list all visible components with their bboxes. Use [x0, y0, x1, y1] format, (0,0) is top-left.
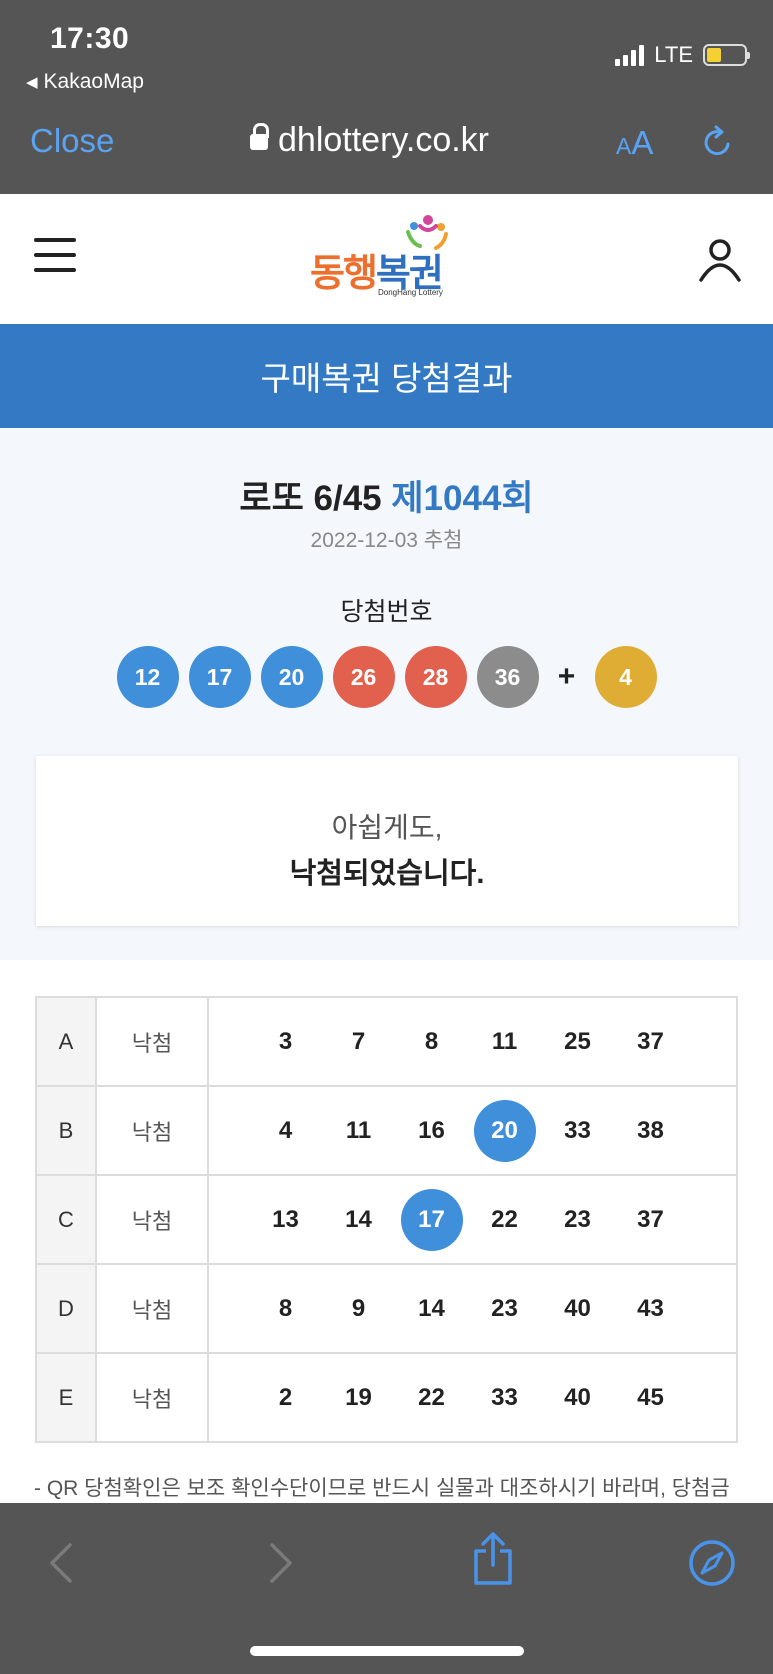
winning-ball: 20 [260, 646, 323, 708]
plus-sign: + [557, 660, 576, 693]
ticket-number: 45 [637, 1383, 664, 1411]
chevron-right-icon[interactable] [264, 1541, 298, 1585]
game-result: 낙첨 [95, 1352, 209, 1443]
chevron-left-icon[interactable] [44, 1541, 78, 1585]
site-logo[interactable]: 동행복권 DongHang Lottery [308, 214, 468, 304]
battery-icon [703, 44, 750, 66]
winning-ball: 17 [188, 646, 251, 708]
ticket-number: 16 [418, 1116, 445, 1144]
ticket-number: 23 [564, 1205, 591, 1233]
result-message-line2: 낙첨되었습니다. [289, 858, 485, 890]
url-text: dhlottery.co.kr [278, 121, 490, 159]
game-numbers: 8 9 14 23 40 43 [207, 1263, 738, 1354]
game-id: E [35, 1352, 97, 1443]
ticket-number: 38 [637, 1116, 664, 1144]
qr-notice-text: - QR 당첨확인은 보조 확인수단이므로 반드시 실물과 대조하시기 바라며,… [34, 1477, 730, 1500]
winning-ball: 26 [332, 646, 395, 708]
ticket-number: 19 [345, 1383, 372, 1411]
text-size-large: A [631, 124, 654, 161]
game-numbers: 3 7 8 11 25 37 [207, 996, 738, 1087]
game-result: 낙첨 [95, 1085, 209, 1176]
ticket-number: 33 [564, 1116, 591, 1144]
back-app-label: KakaoMap [43, 70, 144, 93]
ticket-number: 8 [424, 1027, 439, 1055]
browser-chrome: 17:30 ◀ KakaoMap LTE Close dhlottery.co.… [0, 0, 773, 194]
draw-round: 제1044회 [391, 479, 534, 518]
ticket-number: 13 [272, 1205, 299, 1233]
draw-result-section: 로또 6/45 제1044회 2022-12-03 추첨 당첨번호 12 17 … [0, 428, 773, 960]
back-to-app-link[interactable]: ◀ KakaoMap [26, 70, 144, 94]
game-id: A [35, 996, 97, 1087]
game-id: C [35, 1174, 97, 1265]
page-title: 구매복권 당첨결과 [0, 324, 773, 428]
game-title: 로또 6/45 제1044회 [0, 470, 773, 521]
ticket-number: 9 [351, 1294, 366, 1322]
ticket-number: 40 [564, 1383, 591, 1411]
ticket-number: 37 [637, 1027, 664, 1055]
ticket-number-matched: 17 [395, 1188, 468, 1251]
ticket-number: 14 [418, 1294, 445, 1322]
text-size-button[interactable]: AA [616, 124, 653, 162]
ticket-number: 37 [637, 1205, 664, 1233]
winning-ball: 28 [404, 646, 467, 708]
status-indicators: LTE [615, 42, 750, 68]
game-result: 낙첨 [95, 996, 209, 1087]
ticket-number: 2 [278, 1383, 293, 1411]
game-numbers: 2 19 22 33 40 45 [207, 1352, 738, 1443]
game-numbers: 13 14 17 22 23 37 [207, 1174, 738, 1265]
winning-numbers-label: 당첨번호 [340, 598, 433, 626]
site-header: 동행복권 DongHang Lottery [0, 194, 773, 324]
table-row: D 낙첨 8 9 14 23 40 43 [35, 1263, 738, 1354]
ticket-number: 22 [491, 1205, 518, 1233]
hamburger-icon[interactable] [34, 238, 76, 272]
network-label: LTE [654, 42, 693, 67]
ticket-number: 8 [278, 1294, 293, 1322]
draw-date: 2022-12-03 추첨 [310, 529, 463, 552]
ticket-number: 25 [564, 1027, 591, 1055]
ticket-number: 11 [345, 1116, 372, 1144]
game-result: 낙첨 [95, 1174, 209, 1265]
home-indicator[interactable] [250, 1646, 524, 1656]
ticket-table: A 낙첨 3 7 8 11 25 37 B 낙첨 4 11 16 20 33 3… [35, 996, 738, 1443]
game-id: B [35, 1085, 97, 1176]
table-row: B 낙첨 4 11 16 20 33 38 [35, 1085, 738, 1176]
game-result: 낙첨 [95, 1263, 209, 1354]
signal-icon [615, 44, 645, 66]
text-size-small: A [616, 133, 632, 159]
winning-numbers: 12 17 20 26 28 36 + 4 [0, 646, 773, 708]
logo-text-part1: 동행 [310, 253, 378, 295]
close-button[interactable]: Close [30, 122, 114, 160]
ticket-number: 7 [351, 1027, 366, 1055]
ticket-number: 23 [491, 1294, 518, 1322]
table-row: C 낙첨 13 14 17 22 23 37 [35, 1174, 738, 1265]
ticket-number-matched: 20 [468, 1099, 541, 1162]
back-triangle-icon: ◀ [26, 74, 38, 91]
winning-ball: 12 [116, 646, 179, 708]
table-row: A 낙첨 3 7 8 11 25 37 [35, 996, 738, 1087]
ticket-number: 40 [564, 1294, 591, 1322]
user-icon[interactable] [697, 236, 743, 282]
ticket-number: 43 [637, 1294, 664, 1322]
ticket-number: 33 [491, 1383, 518, 1411]
bonus-ball: 4 [594, 646, 657, 708]
game-name: 로또 6/45 [239, 479, 382, 518]
compass-icon[interactable] [688, 1539, 736, 1587]
game-numbers: 4 11 16 20 33 38 [207, 1085, 738, 1176]
ticket-number: 4 [278, 1116, 293, 1144]
ticket-number: 14 [345, 1205, 372, 1233]
ticket-number: 22 [418, 1383, 445, 1411]
status-time: 17:30 [50, 22, 130, 55]
game-id: D [35, 1263, 97, 1354]
lock-icon [250, 122, 269, 154]
share-icon[interactable] [470, 1531, 516, 1587]
reload-icon[interactable] [700, 124, 736, 160]
winning-ball: 36 [476, 646, 539, 708]
table-row: E 낙첨 2 19 22 33 40 45 [35, 1352, 738, 1443]
logo-subtitle: DongHang Lottery [378, 288, 443, 297]
ticket-number: 3 [278, 1027, 293, 1055]
result-message-card: 아쉽게도, 낙첨되었습니다. [36, 756, 738, 926]
ticket-number: 11 [491, 1027, 518, 1055]
address-bar[interactable]: dhlottery.co.kr [250, 121, 489, 160]
result-message-line1: 아쉽게도, [331, 812, 443, 843]
